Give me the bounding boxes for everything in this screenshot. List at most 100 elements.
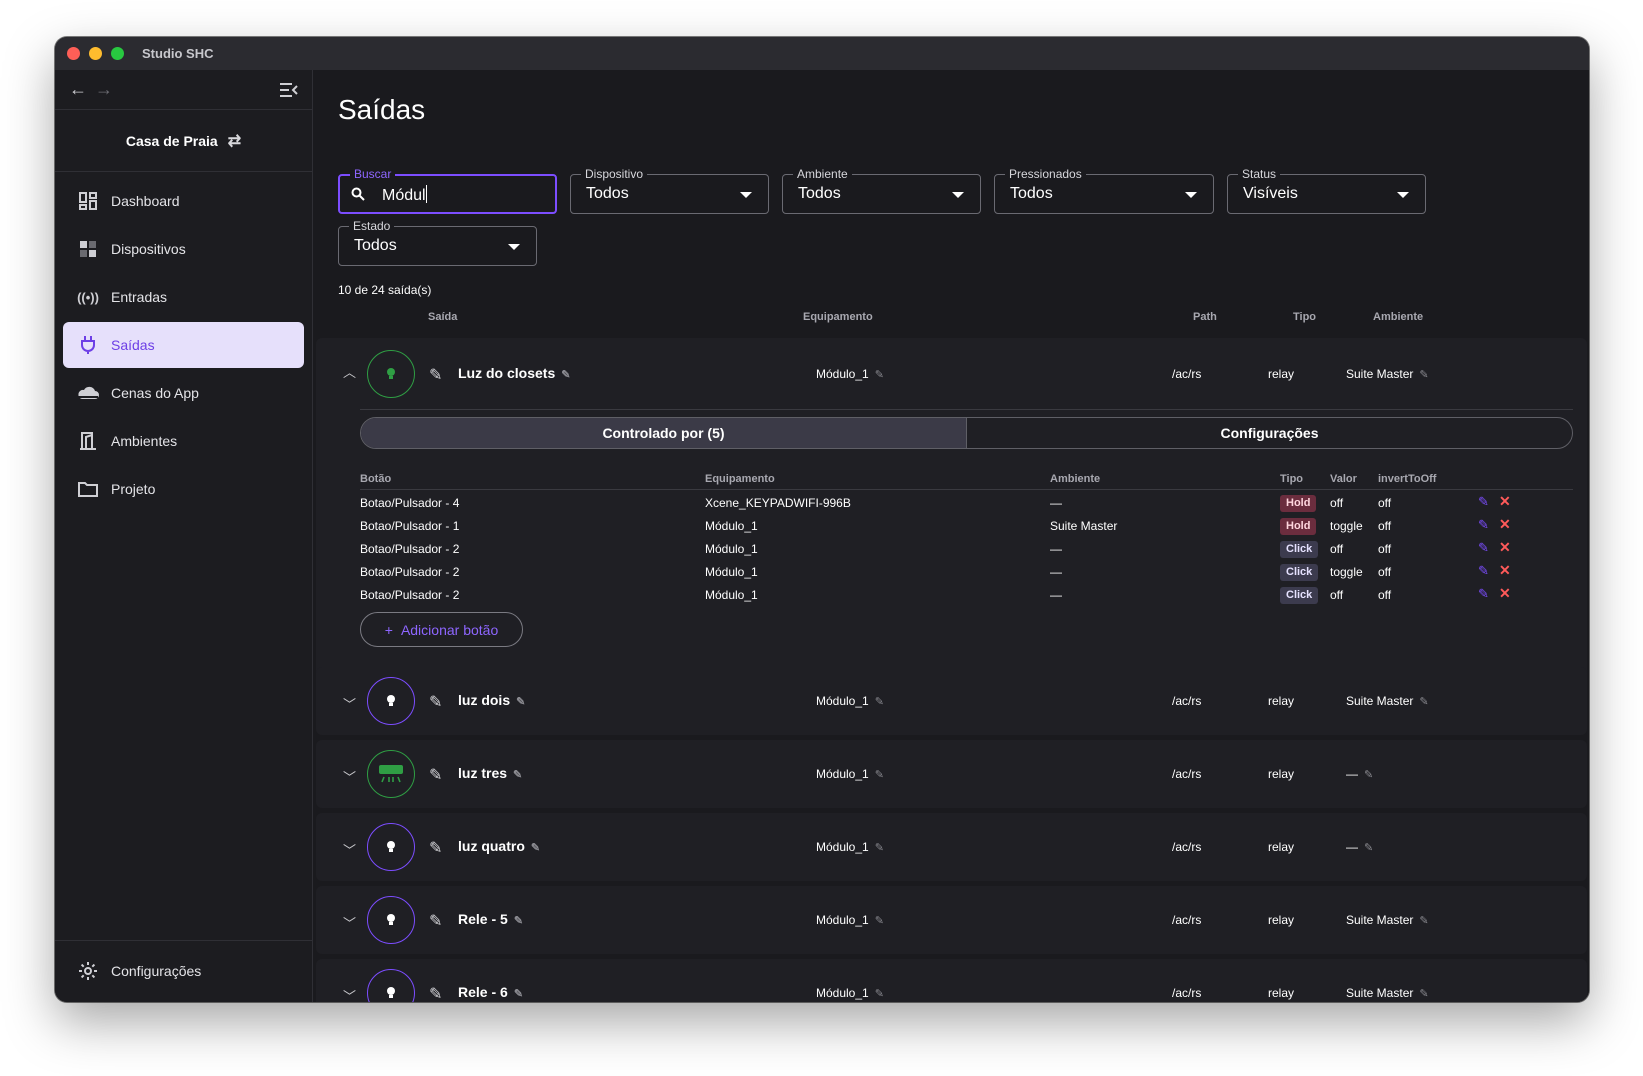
app-title: Studio SHC [142,46,214,61]
edit-icon[interactable]: ✎ [429,984,442,1002]
sidebar-item-configuracoes[interactable]: Configurações [63,948,304,994]
collapse-menu-icon[interactable] [276,77,302,103]
output-name[interactable]: luz dois ✎ [458,692,525,708]
sidebar-item-label: Ambientes [111,433,178,449]
chevron-down-icon [508,244,520,250]
sidebar-item-label: Cenas do App [111,385,199,401]
forward-arrow-icon[interactable]: → [91,77,117,103]
row-valor: off [1330,542,1344,556]
row-valor: toggle [1330,519,1363,533]
bulb-on-icon[interactable] [367,350,415,398]
title-bar: Studio SHC [55,37,1589,70]
status-select[interactable]: Status Visíveis [1227,167,1426,214]
edit-icon[interactable]: ✎ [429,692,442,712]
chevron-down-icon[interactable]: ﹀ [343,694,356,713]
output-ambiente[interactable]: Suite Master ✎ [1346,913,1429,927]
edit-icon[interactable]: ✎ [1478,586,1489,602]
sidebar-item-saidas[interactable]: Saídas [63,322,304,368]
row-invert: off [1378,542,1392,556]
edit-icon[interactable]: ✎ [1478,563,1489,579]
sidebar-item-projeto[interactable]: Projeto [63,466,304,512]
estado-label: Estado [349,219,395,233]
main-content: Saídas Buscar Módul Dispositivo Todos Am… [314,70,1589,1002]
chevron-down-icon [952,192,964,198]
close-icon[interactable]: ✕ [1499,493,1511,510]
output-name[interactable]: Luz do closets ✎ [458,365,570,381]
air-conditioner-icon[interactable] [367,750,415,798]
search-value: Módul [382,187,426,204]
output-ambiente[interactable]: — ✎ [1346,767,1373,781]
output-ambiente[interactable]: Suite Master ✎ [1346,694,1429,708]
pressionados-value: Todos [1010,185,1053,202]
app-window: Studio SHC ← → Casa de Praia ⇄ Dashboard… [55,37,1589,1002]
house-name: Casa de Praia [125,132,218,149]
col-sub-tipo: Tipo [1280,473,1304,485]
edit-icon[interactable]: ✎ [429,838,442,858]
output-equip[interactable]: Módulo_1 ✎ [816,840,884,854]
sidebar-item-entradas[interactable]: ((•)) Entradas [63,274,304,320]
pressionados-label: Pressionados [1005,167,1086,181]
cloud-icon [77,382,99,404]
output-equip[interactable]: Módulo_1 ✎ [816,367,884,381]
sidebar-item-cenas[interactable]: Cenas do App [63,370,304,416]
output-name[interactable]: Rele - 6 ✎ [458,984,523,1000]
col-saida: Saída [428,311,458,323]
output-equip[interactable]: Módulo_1 ✎ [816,767,884,781]
sidebar-item-label: Dispositivos [111,241,186,257]
sidebar-item-dispositivos[interactable]: Dispositivos [63,226,304,272]
output-name[interactable]: luz tres ✎ [458,765,522,781]
output-row: ﹀ ✎ luz quatro ✎ Módulo_1 ✎ /ac/rs relay —… [316,813,1587,881]
search-input[interactable]: Buscar Módul [338,167,557,214]
edit-icon[interactable]: ✎ [1478,517,1489,533]
output-equip[interactable]: Módulo_1 ✎ [816,913,884,927]
chevron-down-icon[interactable]: ﹀ [343,913,356,932]
minimize-window-button[interactable] [89,47,102,60]
output-name[interactable]: Rele - 5 ✎ [458,911,523,927]
bulb-off-icon[interactable] [367,823,415,871]
chevron-down-icon[interactable]: ﹀ [343,986,356,1002]
sidebar-item-ambientes[interactable]: Ambientes [63,418,304,464]
bulb-off-icon[interactable] [367,969,415,1002]
maximize-window-button[interactable] [111,47,124,60]
bulb-off-icon[interactable] [367,677,415,725]
edit-icon[interactable]: ✎ [1478,540,1489,556]
tab-configuracoes[interactable]: Configurações [967,418,1572,448]
row-valor: toggle [1330,565,1363,579]
close-window-button[interactable] [67,47,80,60]
output-equip[interactable]: Módulo_1 ✎ [816,694,884,708]
sidebar-item-dashboard[interactable]: Dashboard [63,178,304,224]
output-ambiente[interactable]: — ✎ [1346,840,1373,854]
dispositivo-select[interactable]: Dispositivo Todos [570,167,769,214]
close-icon[interactable]: ✕ [1499,516,1511,533]
col-sub-valor: Valor [1330,473,1357,485]
pressionados-select[interactable]: Pressionados Todos [994,167,1214,214]
edit-icon[interactable]: ✎ [429,911,442,931]
chevron-up-icon[interactable]: ︿ [343,362,356,381]
chevron-down-icon[interactable]: ﹀ [343,840,356,859]
output-row: ﹀ ✎ Rele - 6 ✎ Módulo_1 ✎ /ac/rs relay Sui… [316,959,1587,1002]
dashboard-icon [77,190,99,212]
add-button[interactable]: + Adicionar botão [360,612,523,647]
close-icon[interactable]: ✕ [1499,562,1511,579]
folder-icon [77,478,99,500]
bulb-off-icon[interactable] [367,896,415,944]
page-title: Saídas [338,94,426,125]
output-ambiente[interactable]: Suite Master ✎ [1346,986,1429,1000]
back-arrow-icon[interactable]: ← [65,77,91,103]
output-equip[interactable]: Módulo_1 ✎ [816,986,884,1000]
output-name[interactable]: luz quatro ✎ [458,838,540,854]
tab-controlado-por[interactable]: Controlado por (5) [361,418,967,448]
estado-select[interactable]: Estado Todos [338,219,537,266]
output-tipo: relay [1268,694,1295,708]
edit-icon[interactable]: ✎ [429,365,442,385]
chevron-down-icon [1397,192,1409,198]
search-label: Buscar [350,167,396,181]
close-icon[interactable]: ✕ [1499,539,1511,556]
close-icon[interactable]: ✕ [1499,585,1511,602]
chevron-down-icon[interactable]: ﹀ [343,767,356,786]
ambiente-select[interactable]: Ambiente Todos [782,167,981,214]
edit-icon[interactable]: ✎ [429,765,442,785]
edit-icon[interactable]: ✎ [1478,494,1489,510]
output-ambiente[interactable]: Suite Master ✎ [1346,367,1429,381]
house-switcher[interactable]: Casa de Praia ⇄ [55,110,312,172]
